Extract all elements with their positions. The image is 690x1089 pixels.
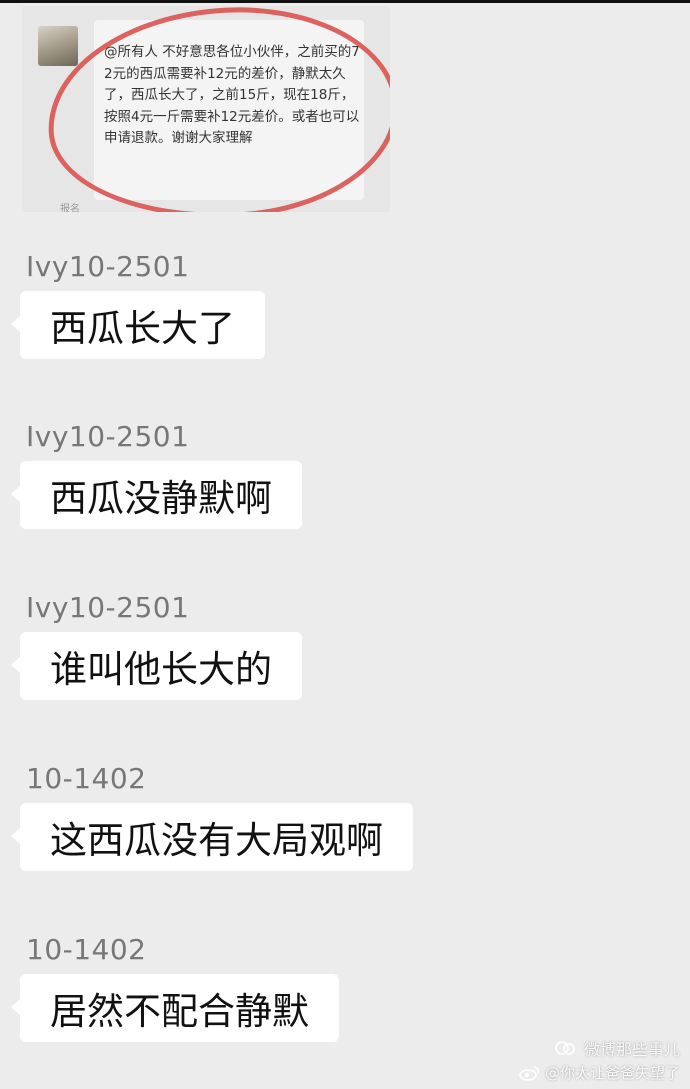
message-bubble[interactable]: 谁叫他长大的 (11, 632, 302, 700)
message-bubble[interactable]: 这西瓜没有大局观啊 (11, 803, 413, 871)
weibo-icon (519, 1065, 539, 1081)
sender-name: 10-1402 (26, 933, 147, 966)
message-bubble[interactable]: 西瓜没静默啊 (11, 461, 302, 529)
quoted-screenshot: @所有人 不好意思各位小伙伴，之前买的72元的西瓜需要补12元的差价，静默太久了… (22, 6, 390, 212)
sender-name: 10-1402 (26, 762, 147, 795)
message-bubble[interactable]: 居然不配合静默 (11, 974, 339, 1042)
watermark-handle: @你太让爸爸失望了 (544, 1064, 680, 1082)
sender-name: Ivy10-2501 (26, 250, 190, 283)
avatar (38, 26, 78, 66)
watermark-account: 微博那些事儿 (583, 1040, 680, 1059)
quoted-cut-sender: 报名 (60, 204, 80, 212)
sender-name: Ivy10-2501 (26, 420, 190, 453)
sender-name: Ivy10-2501 (26, 591, 190, 624)
watermark: 微博那些事儿 @你太让爸爸失望了 (517, 1036, 680, 1083)
top-edge-line (0, 0, 690, 3)
message-bubble[interactable]: 西瓜长大了 (11, 291, 265, 359)
wechat-official-icon (555, 1041, 575, 1055)
